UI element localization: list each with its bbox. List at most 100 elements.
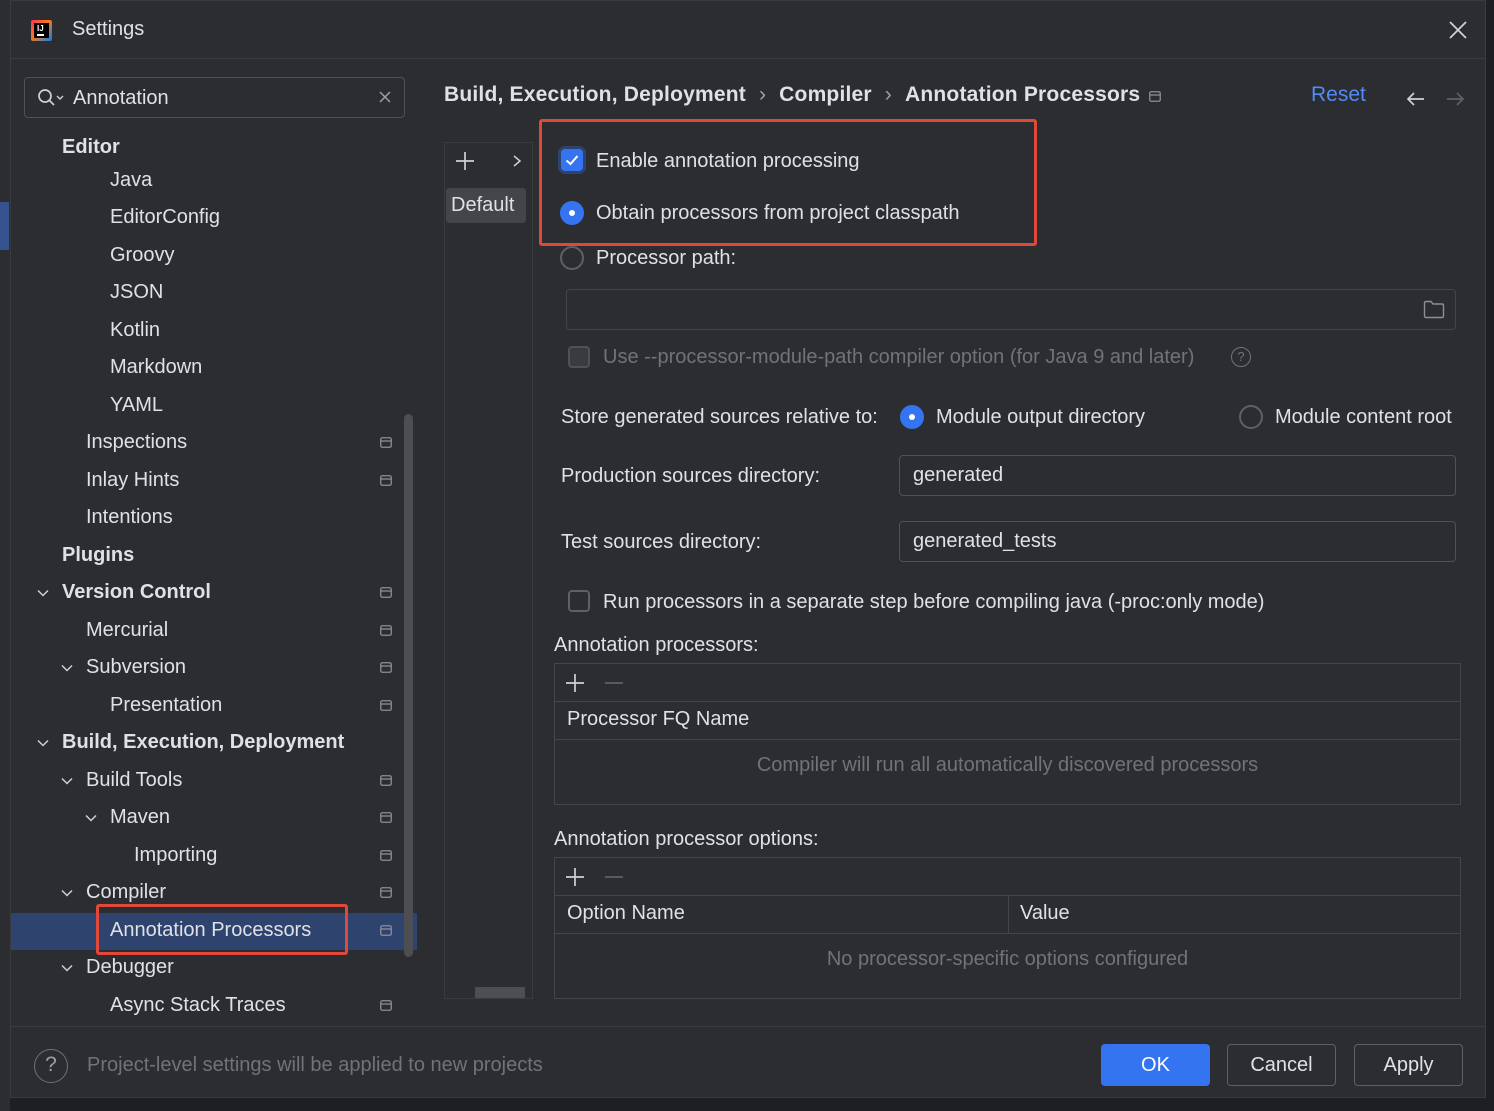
- minus-icon: [605, 682, 623, 684]
- chevron-down-icon[interactable]: [36, 736, 50, 750]
- production-dir-label: Production sources directory:: [561, 465, 821, 487]
- chevron-down-icon[interactable]: [60, 774, 74, 788]
- settings-search[interactable]: [24, 77, 405, 118]
- plus-icon[interactable]: [565, 867, 585, 887]
- arrow-right-icon: [1447, 92, 1465, 106]
- sidebar-item-inspections[interactable]: Inspections: [11, 425, 417, 462]
- help-icon[interactable]: ?: [1231, 347, 1251, 367]
- chevron-down-icon[interactable]: [60, 661, 74, 675]
- options-empty-text: No processor-specific options configured: [826, 948, 1189, 970]
- sidebar-item-editor[interactable]: Editor: [11, 130, 417, 167]
- module-output-label[interactable]: Module output directory: [936, 406, 1145, 429]
- sidebar-item-compiler[interactable]: Compiler: [11, 875, 417, 912]
- title-bar: IJ Settings: [11, 1, 1485, 59]
- close-icon[interactable]: [1447, 19, 1469, 41]
- plus-icon[interactable]: [455, 151, 475, 171]
- apply-button[interactable]: Apply: [1354, 1044, 1463, 1086]
- module-content-label[interactable]: Module content root: [1275, 406, 1452, 429]
- search-input[interactable]: [73, 84, 363, 112]
- sidebar-item-yaml[interactable]: YAML: [11, 388, 417, 425]
- sidebar-item-build-tools[interactable]: Build Tools: [11, 763, 417, 800]
- profile-default[interactable]: Default: [446, 188, 526, 223]
- sidebar-item-markdown[interactable]: Markdown: [11, 350, 417, 387]
- production-dir-value: generated: [913, 464, 1004, 486]
- pin-icon: [380, 437, 392, 448]
- enable-processing-label[interactable]: Enable annotation processing: [596, 150, 860, 173]
- sidebar-scrollbar[interactable]: [404, 414, 413, 957]
- sidebar-item-debugger[interactable]: Debugger: [11, 950, 417, 987]
- sidebar-item-importing[interactable]: Importing: [11, 838, 417, 875]
- app-logo-icon: IJ: [31, 20, 52, 41]
- pin-icon: [380, 475, 392, 486]
- breadcrumb-item[interactable]: Build, Execution, Deployment: [444, 83, 746, 106]
- sidebar-item-label: Plugins: [62, 544, 135, 566]
- column-header-fq-name[interactable]: Processor FQ Name: [567, 708, 749, 731]
- pin-icon: [1149, 91, 1161, 102]
- obtain-classpath-radio[interactable]: [560, 201, 584, 225]
- sidebar-item-label: Subversion: [86, 656, 187, 678]
- cancel-button[interactable]: Cancel: [1227, 1044, 1336, 1086]
- sidebar-item-intentions[interactable]: Intentions: [11, 500, 417, 537]
- sidebar-item-kotlin[interactable]: Kotlin: [11, 313, 417, 350]
- sidebar-item-annotation-processors[interactable]: Annotation Processors: [11, 913, 417, 950]
- proc-only-checkbox[interactable]: [568, 590, 590, 612]
- ide-bottom-strip: [10, 1098, 1494, 1111]
- plus-icon[interactable]: [565, 673, 585, 693]
- sidebar-item-subversion[interactable]: Subversion: [11, 650, 417, 687]
- help-button[interactable]: ?: [34, 1049, 68, 1083]
- breadcrumb-item[interactable]: Compiler: [779, 83, 872, 106]
- sidebar-item-inlay-hints[interactable]: Inlay Hints: [11, 463, 417, 500]
- processor-path-label[interactable]: Processor path:: [596, 247, 736, 270]
- sidebar-item-mercurial[interactable]: Mercurial: [11, 613, 417, 650]
- chevron-down-icon[interactable]: [60, 886, 74, 900]
- settings-dialog: IJ Settings Editor Java EditorConfig Gro…: [10, 0, 1486, 1098]
- sidebar-item-groovy[interactable]: Groovy: [11, 238, 417, 275]
- processor-path-field[interactable]: [566, 289, 1456, 330]
- sidebar-item-maven[interactable]: Maven: [11, 800, 417, 837]
- sidebar-item-java[interactable]: Java: [11, 163, 417, 200]
- sidebar-item-presentation[interactable]: Presentation: [11, 688, 417, 725]
- sidebar-item-build-execution-deployment[interactable]: Build, Execution, Deployment: [11, 725, 417, 762]
- module-content-radio[interactable]: [1239, 405, 1263, 429]
- sidebar-item-label: Build Tools: [86, 769, 183, 791]
- arrow-left-icon[interactable]: [1405, 89, 1427, 109]
- chevron-down-icon[interactable]: [84, 811, 98, 825]
- profiles-scrollbar[interactable]: [475, 987, 525, 998]
- ok-button[interactable]: OK: [1101, 1044, 1210, 1086]
- sidebar-item-async-stack-traces[interactable]: Async Stack Traces: [11, 988, 417, 1025]
- sidebar-item-label: Presentation: [110, 694, 223, 716]
- sidebar-item-label: JSON: [110, 281, 164, 303]
- column-header-value[interactable]: Value: [1020, 902, 1070, 925]
- clear-icon[interactable]: [378, 90, 392, 104]
- sidebar-item-plugins[interactable]: Plugins: [11, 538, 417, 575]
- test-dir-field[interactable]: generated_tests: [899, 521, 1456, 562]
- options-table-title: Annotation processor options:: [554, 828, 819, 850]
- chevron-down-icon[interactable]: [36, 586, 50, 600]
- sidebar-item-version-control[interactable]: Version Control: [11, 575, 417, 612]
- processors-toolbar: [555, 664, 1460, 702]
- sidebar-item-label: EditorConfig: [110, 206, 221, 228]
- window-title: Settings: [72, 18, 145, 40]
- processor-path-radio[interactable]: [560, 246, 584, 270]
- folder-icon[interactable]: [1423, 300, 1445, 319]
- sidebar-item-label: Java: [110, 169, 153, 191]
- module-output-radio[interactable]: [900, 405, 924, 429]
- obtain-classpath-label[interactable]: Obtain processors from project classpath: [596, 202, 960, 225]
- footer-note: Project-level settings will be applied t…: [87, 1054, 543, 1076]
- chevron-right-icon[interactable]: [511, 154, 523, 168]
- sidebar-item-json[interactable]: JSON: [11, 275, 417, 312]
- breadcrumb-separator: ›: [758, 83, 767, 106]
- enable-processing-checkbox[interactable]: [561, 149, 583, 171]
- search-icon[interactable]: [37, 88, 65, 108]
- module-path-checkbox[interactable]: [568, 346, 590, 368]
- sidebar-item-label: Importing: [134, 844, 218, 866]
- production-dir-field[interactable]: generated: [899, 455, 1456, 496]
- proc-only-label[interactable]: Run processors in a separate step before…: [603, 591, 1264, 614]
- reset-link[interactable]: Reset: [1311, 83, 1366, 107]
- chevron-down-icon[interactable]: [60, 961, 74, 975]
- column-header-option-name[interactable]: Option Name: [567, 902, 685, 925]
- sidebar-item-editorconfig[interactable]: EditorConfig: [11, 200, 417, 237]
- pin-icon: [380, 812, 392, 823]
- test-dir-label: Test sources directory:: [561, 531, 762, 553]
- pin-icon: [380, 775, 392, 786]
